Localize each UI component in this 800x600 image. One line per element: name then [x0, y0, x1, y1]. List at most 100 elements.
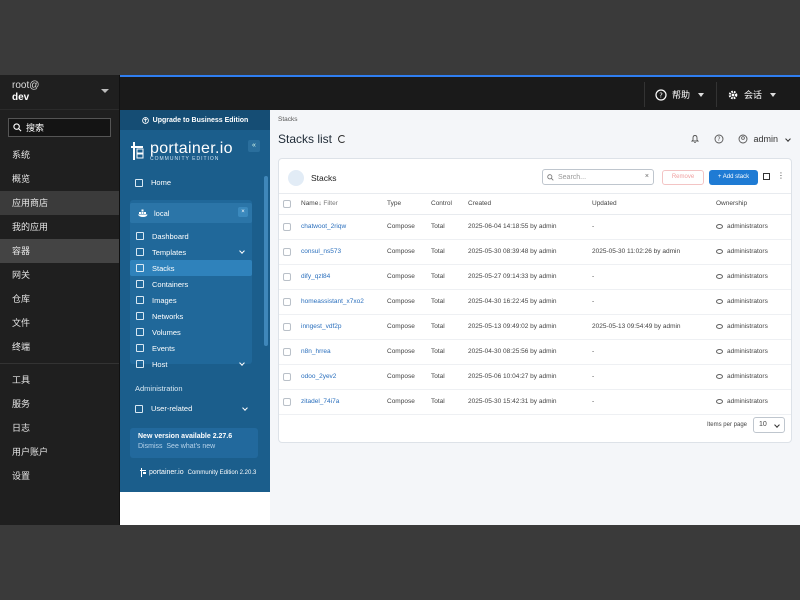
collapse-sidebar-button[interactable]: « [248, 140, 260, 152]
remove-button[interactable]: Remove [662, 170, 704, 185]
col-created[interactable]: Created [468, 200, 491, 207]
sidebar-item-logs[interactable]: 日志 [0, 416, 119, 440]
sidebar-item-registry[interactable]: 仓库 [0, 287, 119, 311]
session-button[interactable]: 会话 [716, 82, 788, 107]
nav-volumes[interactable]: Volumes [130, 324, 252, 340]
stack-name-link[interactable]: consul_ns573 [301, 248, 341, 255]
col-filter[interactable]: Filter [323, 200, 337, 207]
dismiss-link[interactable]: Dismiss [138, 443, 163, 450]
nav-dashboard[interactable]: Dashboard [130, 228, 252, 244]
sidebar-item-files[interactable]: 文件 [0, 311, 119, 335]
table-body: chatwoot_2riqw Compose Total 2025-06-04 14:… [279, 214, 791, 415]
nav-home-label: Home [151, 178, 172, 187]
sidebar-search-input[interactable]: 搜索 [8, 118, 111, 137]
table-row[interactable]: homeassistant_x7xo2 Compose Total 2025-04-3… [279, 289, 791, 315]
portainer-logo[interactable]: portainer.io COMMUNITY EDITION [130, 140, 233, 162]
row-checkbox[interactable] [283, 222, 291, 231]
col-name[interactable]: Name↓ [301, 200, 322, 207]
sidebar-item-my-apps[interactable]: 我的应用 [0, 215, 119, 239]
nav-home[interactable]: Home [135, 178, 171, 187]
card-title: Stacks [311, 173, 337, 183]
row-checkbox[interactable] [283, 272, 291, 281]
sidebar-item-tools[interactable]: 工具 [0, 368, 119, 392]
eye-off-icon [716, 273, 723, 279]
table-cell: chatwoot_2riqw [297, 214, 383, 240]
stack-name-link[interactable]: n8n_hrrea [301, 348, 331, 355]
table-row[interactable]: dify_qzl84 Compose Total 2025-05-27 09:14:3… [279, 264, 791, 290]
table-cell: Compose [383, 389, 427, 415]
row-checkbox[interactable] [283, 347, 291, 356]
search-input[interactable]: Search... × [542, 169, 654, 185]
breadcrumb[interactable]: Stacks [278, 116, 298, 123]
more-options-icon[interactable]: ⋮ [777, 171, 785, 180]
table-cell: Compose [383, 314, 427, 340]
table-row[interactable]: consul_ns573 Compose Total 2025-05-30 08:39… [279, 239, 791, 265]
sidebar-item-user-accounts[interactable]: 用户账户 [0, 440, 119, 464]
sidebar-scrollbar[interactable] [264, 176, 268, 346]
col-type[interactable]: Type [387, 200, 401, 207]
columns-icon[interactable] [763, 173, 770, 180]
nav-user-related[interactable]: User-related [135, 404, 248, 413]
whats-new-link[interactable]: See what's new [166, 443, 215, 450]
col-control[interactable]: Control [431, 200, 452, 207]
table-row[interactable]: zitadel_74i7a Compose Total 2025-05-30 15:4… [279, 389, 791, 415]
sidebar-item-gateway[interactable]: 网关 [0, 263, 119, 287]
row-checkbox[interactable] [283, 397, 291, 406]
table-cell [279, 389, 297, 415]
nav-host[interactable]: Host [130, 356, 252, 372]
user-name-label: dev [12, 92, 30, 103]
clear-search-icon[interactable]: × [645, 173, 649, 180]
portainer-logo-icon [140, 468, 146, 477]
stack-name-link[interactable]: zitadel_74i7a [301, 398, 339, 405]
table-row[interactable]: odoo_2yev2 Compose Total 2025-05-06 10:04:2… [279, 364, 791, 390]
nav-stacks[interactable]: Stacks [130, 260, 252, 276]
sidebar-item-settings[interactable]: 设置 [0, 464, 119, 488]
upgrade-banner[interactable]: Upgrade to Business Edition [120, 110, 270, 130]
stack-name-link[interactable]: dify_qzl84 [301, 273, 330, 280]
row-checkbox[interactable] [283, 372, 291, 381]
table-cell: administrators [712, 364, 791, 390]
user-icon[interactable] [738, 134, 748, 144]
refresh-icon[interactable] [338, 135, 347, 143]
table-row[interactable]: n8n_hrrea Compose Total 2025-04-30 08:25:56… [279, 339, 791, 365]
stack-name-link[interactable]: odoo_2yev2 [301, 373, 336, 380]
nav-networks[interactable]: Networks [130, 308, 252, 324]
select-all-checkbox[interactable] [283, 199, 291, 208]
table-cell: administrators [712, 389, 791, 415]
chevron-down-icon[interactable] [785, 136, 791, 142]
user-name[interactable]: admin [753, 134, 778, 144]
table-row[interactable]: inngest_vdf2p Compose Total 2025-05-13 09:4… [279, 314, 791, 340]
table-cell: 2025-04-30 08:25:56 by admin [464, 339, 588, 365]
nav-events[interactable]: Events [130, 340, 252, 356]
close-environment-button[interactable]: × [238, 207, 248, 217]
sidebar-item-terminal[interactable]: 终端 [0, 335, 119, 359]
user-menu[interactable]: root@ dev [0, 75, 119, 110]
table-cell: homeassistant_x7xo2 [297, 289, 383, 315]
nav-containers[interactable]: Containers [130, 276, 252, 292]
containers-icon [136, 280, 144, 288]
stack-name-link[interactable]: chatwoot_2riqw [301, 223, 346, 230]
nav-images[interactable]: Images [130, 292, 252, 308]
items-per-page-select[interactable]: 10 [753, 417, 785, 433]
sidebar-item-containers[interactable]: 容器 [0, 239, 119, 263]
sidebar-item-services[interactable]: 服务 [0, 392, 119, 416]
stacks-icon [136, 264, 144, 272]
environment-header[interactable]: local [130, 203, 252, 223]
col-updated[interactable]: Updated [592, 200, 617, 207]
nav-templates[interactable]: Templates [130, 244, 252, 260]
sidebar-item-system[interactable]: 系统 [0, 143, 119, 167]
help-button[interactable]: ? 帮助 [644, 82, 714, 107]
col-ownership[interactable]: Ownership [716, 200, 747, 207]
stack-name-link[interactable]: homeassistant_x7xo2 [301, 298, 364, 305]
help-icon[interactable]: ? [714, 134, 724, 144]
row-checkbox[interactable] [283, 322, 291, 331]
sidebar-item-app-store[interactable]: 应用商店 [0, 191, 119, 215]
row-checkbox[interactable] [283, 247, 291, 256]
table-row[interactable]: chatwoot_2riqw Compose Total 2025-06-04 14:… [279, 214, 791, 240]
svg-text:?: ? [659, 91, 663, 99]
add-stack-button[interactable]: + Add stack [709, 170, 758, 185]
bell-icon[interactable] [690, 134, 700, 144]
row-checkbox[interactable] [283, 297, 291, 306]
stack-name-link[interactable]: inngest_vdf2p [301, 323, 341, 330]
sidebar-item-overview[interactable]: 概览 [0, 167, 119, 191]
